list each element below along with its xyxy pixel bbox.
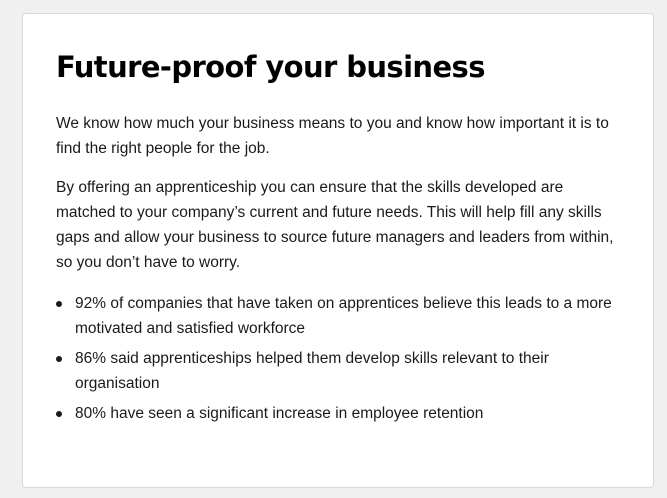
intro-paragraph: We know how much your business means to … bbox=[56, 115, 609, 157]
content-card: Future-proof your business We know how m… bbox=[22, 13, 654, 488]
list-item-text: 86% said apprenticeships helped them dev… bbox=[75, 350, 549, 392]
bullet-icon bbox=[56, 411, 62, 417]
statistics-list: 92% of companies that have taken on appr… bbox=[56, 291, 620, 426]
list-item-text: 80% have seen a significant increase in … bbox=[75, 405, 484, 422]
section-title: Future-proof your business bbox=[56, 50, 485, 84]
list-item: 86% said apprenticeships helped them dev… bbox=[56, 346, 620, 396]
list-item: 80% have seen a significant increase in … bbox=[56, 401, 620, 426]
list-item: 92% of companies that have taken on appr… bbox=[56, 291, 620, 341]
apprenticeship-paragraph: By offering an apprenticeship you can en… bbox=[56, 179, 614, 271]
bullet-icon bbox=[56, 301, 62, 307]
list-item-text: 92% of companies that have taken on appr… bbox=[75, 295, 612, 337]
bullet-icon bbox=[56, 356, 62, 362]
